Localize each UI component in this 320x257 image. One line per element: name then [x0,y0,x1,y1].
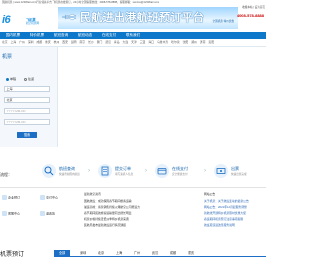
to-city-field[interactable]: 北京 [4,97,50,103]
header-banner: 民航进出港航班预订平台 全国机票 特价优惠 [58,7,238,29]
city-link[interactable]: 哈尔滨 [171,40,179,44]
city-link[interactable]: 青岛 [114,40,120,44]
city-link[interactable]: 武汉 [105,40,111,44]
nav-item-payment[interactable]: 在线支付 [98,32,120,39]
banner-tag: 全国机票 特价优惠 [212,20,234,23]
wallet-icon [40,195,45,200]
notice-heading: 网站公告 [204,192,216,196]
news-heading: 最新航空资讯 [84,192,101,196]
service-enterprise[interactable]: 企业预订 [2,195,20,200]
city-link[interactable]: 贵阳 [208,40,214,44]
card-icon [155,164,169,178]
city-link[interactable]: 大连 [123,40,129,44]
main-nav: 国内机票 特价机票 航班查询 航班动态 在线支付 联系我们 [0,32,266,39]
radio-dot-icon [24,77,27,81]
arrow-icon: › [204,168,206,174]
city-link[interactable]: 西安 [62,40,68,44]
banner-headline: 民航进出港航班预订平台 [80,12,205,24]
city-link[interactable]: 成都 [36,40,42,44]
city-link[interactable]: 北京 [2,40,8,44]
city-link[interactable]: 重庆 [45,40,51,44]
ticket-icon [214,164,228,178]
service-payment[interactable]: 支付中心 [40,195,58,200]
city-links: 北京 上海 广州 深圳 成都 重庆 杭州 西安 昆明 南京 长沙 厦门 武汉 青岛 大连 天津 三亚 海口 乌鲁木齐… [0,40,266,44]
news-item[interactable]: 民航局发布最新航班运行情况通报 [84,223,126,227]
service-support[interactable]: 客服中心 [2,211,20,216]
arrow-icon: › [88,168,90,174]
city-link[interactable]: 南京 [79,40,85,44]
search-button[interactable]: 搜索 [17,132,37,138]
notice-item[interactable]: 春运期间机票预订注意事项提醒 [204,217,243,221]
radio-single[interactable]: 单程 [6,77,16,81]
building-icon [2,195,7,200]
return-date-field[interactable]: YYYY-MM-DD [4,119,50,125]
city-link[interactable]: 深圳 [28,40,34,44]
nav-item-special[interactable]: 特价机票 [26,32,48,39]
news-item[interactable]: 国航航班：成功保障春节期间旅客运输 [84,199,132,203]
radio-dot-icon [6,77,9,81]
notice-item[interactable]: 网站公告：2021年12月起服务调整 [204,205,247,209]
top-links[interactable]: 收藏本站 | 设为首页 [242,5,265,9]
city-link[interactable]: 上海 [11,40,17,44]
city-link[interactable]: 沈阳 [183,40,189,44]
refresh-icon [40,211,45,216]
service-refund[interactable]: 退改签 [40,211,55,216]
notice-item[interactable]: 新航线开通特价机票限时优惠大促 [204,211,246,215]
nav-item-contact[interactable]: 联系我们 [122,32,144,39]
notice-item[interactable]: 关于机票：关于航班变动的最新公告 [204,199,249,203]
city-link[interactable]: 乌鲁木齐 [157,40,168,44]
city-link[interactable]: 广州 [19,40,25,44]
depart-date-field[interactable]: YYYY-MM-DD [4,108,50,114]
airplane-icon [62,13,76,21]
document-icon [98,164,112,178]
process-label: 流程： [0,172,12,177]
news-item[interactable]: 暑运高峰：客票销售持续火爆航空公司增运力 [84,205,140,209]
notice-item[interactable]: 航班延误退改签服务说明 [204,223,235,227]
city-link[interactable]: 天津 [131,40,137,44]
hotline-phone: 4008-578-8888 [236,13,264,18]
site-logo[interactable]: i6 [2,14,11,26]
nav-item-flight-search[interactable]: 航班查询 [50,32,72,39]
search-title: 机票 [2,54,13,60]
news-item[interactable]: 春节期间民航旅客运输量同比增长明显 [84,211,132,215]
city-link[interactable]: 厦门 [97,40,103,44]
city-link[interactable]: 济南 [200,40,206,44]
arrow-icon: › [145,168,147,174]
news-item[interactable]: 机票价格持续走低淡季特价机票来袭 [84,217,129,221]
divider [0,187,266,188]
logo-subtitle: 航空机票网 [26,22,39,25]
city-link[interactable]: 昆明 [71,40,77,44]
from-city-field[interactable]: 上海 [4,86,50,92]
city-link[interactable]: 郑州 [191,40,197,44]
search-icon [42,164,56,178]
headset-icon [2,211,7,216]
city-link[interactable]: 海口 [148,40,154,44]
city-link[interactable]: 三亚 [140,40,146,44]
tickets-title: 机票预订 [0,252,25,257]
city-link[interactable]: 杭州 [54,40,60,44]
city-link[interactable]: 长沙 [88,40,94,44]
nav-item-domestic[interactable]: 国内机票 [2,32,24,39]
nav-item-flight-status[interactable]: 航班动态 [74,32,96,39]
radio-round[interactable]: 往返 [24,77,34,81]
